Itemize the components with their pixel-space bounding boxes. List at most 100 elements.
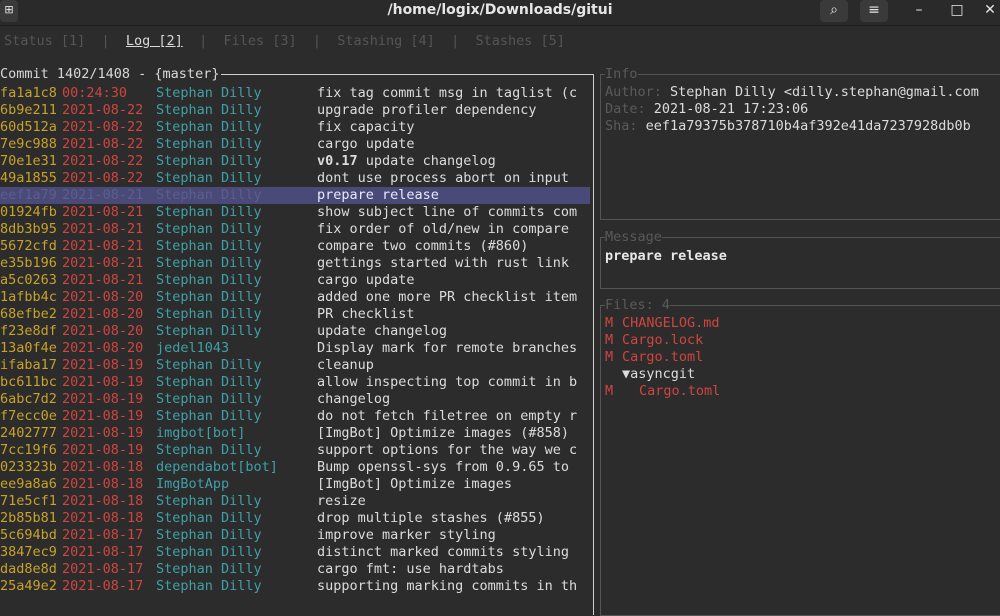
commit-message: added one more PR checklist item [317,289,590,306]
search-icon[interactable]: ⌕ [820,0,848,22]
commit-row[interactable]: 01924fb 2021-08-21 Stephan Dilly show subje… [0,204,590,221]
commit-message: prepare release [317,187,590,204]
commit-row[interactable]: 5672cfd 2021-08-21 Stephan Dilly compare tw… [0,238,590,255]
commit-message: [ImgBot] Optimize images (#858) [317,425,590,442]
commit-message-text: cargo update [317,136,415,152]
commit-row[interactable]: 3847ec9 2021-08-17 Stephan Dilly distinct m… [0,544,590,561]
tab-separator: | [85,33,126,49]
commit-row[interactable]: ifaba17 2021-08-19 Stephan Dilly cleanup [0,357,590,374]
commit-message-text: do not fetch filetree on empty r [317,408,578,424]
commit-list[interactable]: fa1a1c8 00:24:30 Stephan Dilly fix tag comm… [0,85,590,595]
commit-message: update changelog [317,323,590,340]
commit-message: fix order of old/new in compare [317,221,590,238]
commit-hash: 49a1855 [0,170,57,186]
tab-status[interactable]: Status [1] [4,33,85,49]
commit-row[interactable]: 71e5cf1 2021-08-18 Stephan Dilly resize [0,493,590,510]
commit-author: jedel1043 [156,340,230,356]
commit-message-text: update changelog [317,323,448,339]
commit-message-text: show subject line of commits com [317,204,578,220]
commit-row[interactable]: 1afbb4c 2021-08-20 Stephan Dilly added one … [0,289,590,306]
commit-row[interactable]: 49a1855 2021-08-22 Stephan Dilly dont use p… [0,170,590,187]
close-icon[interactable]: ✕ [980,0,1000,22]
tab-stashes[interactable]: Stashes [5] [475,33,564,49]
commit-hash: 3847ec9 [0,544,57,560]
commit-row[interactable]: 13a0f4e 2021-08-20 jedel1043 Display mark f… [0,340,590,357]
commit-row[interactable]: 6abc7d2 2021-08-19 Stephan Dilly changelog [0,391,590,408]
commit-author: Stephan Dilly [156,408,262,424]
file-tree-item[interactable]: M Cargo.toml [605,349,995,366]
window-title-bar: /home/logix/Downloads/gitui ⊞ ⌕ ≡ – □ ✕ [0,0,1000,26]
commit-row[interactable]: 70e1e31 2021-08-22 Stephan Dilly v0.17 upda… [0,153,590,170]
commit-hash: 25a49e2 [0,578,57,594]
commit-row[interactable]: 25a49e2 2021-08-17 Stephan Dilly supporting… [0,578,590,595]
commit-message-text: added one more PR checklist item [317,289,578,305]
commit-author: Stephan Dilly [156,204,262,220]
commit-row[interactable]: 2402777 2021-08-19 imgbot[bot] [ImgBot] Opt… [0,425,590,442]
commit-date: 2021-08-20 [62,289,144,305]
commit-log-panel[interactable]: Commit 1402/1408 - {master} fa1a1c8 00:24… [0,66,594,615]
commit-row[interactable]: 60d512a 2021-08-22 Stephan Dilly fix capaci… [0,119,590,136]
commit-row[interactable]: 8db3b95 2021-08-21 Stephan Dilly fix order … [0,221,590,238]
commit-message: PR checklist [317,306,590,323]
commit-row[interactable]: 68efbe2 2021-08-20 Stephan Dilly PR checkli… [0,306,590,323]
commit-author: Stephan Dilly [156,561,262,577]
commit-date: 2021-08-21 [62,238,144,254]
minimize-icon[interactable]: – [905,0,933,22]
tab-log[interactable]: Log [2] [126,33,183,49]
commit-date: 2021-08-18 [62,510,144,526]
commit-author: Stephan Dilly [156,391,262,407]
commit-author: Stephan Dilly [156,323,262,339]
files-panel[interactable]: Files: 4 M CHANGELOG.md M Cargo.lock M Cargo.… [600,297,1000,616]
commit-message-text: [ImgBot] Optimize images (#858) [317,425,569,441]
commit-row[interactable]: 5c694bd 2021-08-17 Stephan Dilly improve ma… [0,527,590,544]
tab-stashing[interactable]: Stashing [4] [337,33,435,49]
commit-message: changelog [317,391,590,408]
commit-message-text: Display mark for remote branches [317,340,578,356]
file-status: M [605,383,614,399]
file-tree-item[interactable]: M Cargo.toml [605,383,995,400]
commit-row[interactable]: 7cc19f6 2021-08-19 Stephan Dilly support op… [0,442,590,459]
commit-row[interactable]: e35b196 2021-08-21 Stephan Dilly gettings s… [0,255,590,272]
commit-hash: 68efbe2 [0,306,57,322]
commit-row[interactable]: ee9a8a6 2021-08-18 ImgBotApp [ImgBot] Optim… [0,476,590,493]
commit-hash: 023323b [0,459,57,475]
file-name: Cargo.lock [622,332,704,348]
commit-row[interactable]: 023323b 2021-08-18 dependabot[bot] Bump ope… [0,459,590,476]
commit-date: 2021-08-21 [62,204,144,220]
commit-message-version: v0.17 [317,153,358,169]
commit-message: do not fetch filetree on empty r [317,408,590,425]
file-tree-item[interactable]: M Cargo.lock [605,332,995,349]
commit-author: Stephan Dilly [156,374,262,390]
commit-message: resize [317,493,590,510]
commit-row-selected[interactable]: eef1a79 2021-08-21 Stephan Dilly prepare re… [0,187,590,204]
files-tree[interactable]: M CHANGELOG.md M Cargo.lock M Cargo.toml ▼asyn… [605,315,995,400]
new-tab-icon[interactable]: ⊞ [0,0,18,22]
maximize-icon[interactable]: □ [943,0,971,22]
commit-row[interactable]: dad8e8d 2021-08-17 Stephan Dilly cargo fmt:… [0,561,590,578]
commit-date: 2021-08-22 [62,102,144,118]
file-status: M [605,315,614,331]
commit-row[interactable]: f7ecc0e 2021-08-19 Stephan Dilly do not fet… [0,408,590,425]
tab-separator: | [434,33,476,49]
commit-row[interactable]: a5c0263 2021-08-21 Stephan Dilly cargo upda… [0,272,590,289]
commit-row[interactable]: 2b85b81 2021-08-18 Stephan Dilly drop multi… [0,510,590,527]
commit-author: Stephan Dilly [156,544,262,560]
file-tree-item[interactable]: M CHANGELOG.md [605,315,995,332]
tab-files[interactable]: Files [3] [223,33,296,49]
commit-message: support options for the way we c [317,442,590,459]
commit-message: gettings started with rust link [317,255,590,272]
commit-author: Stephan Dilly [156,221,262,237]
commit-author: Stephan Dilly [156,306,262,322]
commit-row[interactable]: 7e9c988 2021-08-22 Stephan Dilly cargo upda… [0,136,590,153]
commit-row[interactable]: f23e8df 2021-08-20 Stephan Dilly update cha… [0,323,590,340]
commit-row[interactable]: bc611bc 2021-08-19 Stephan Dilly allow insp… [0,374,590,391]
file-tree-folder[interactable]: ▼asyncgit [605,366,995,383]
commit-author: Stephan Dilly [156,136,262,152]
hamburger-menu-icon[interactable]: ≡ [860,0,888,22]
commit-hash: 2402777 [0,425,57,441]
commit-date: 2021-08-18 [62,459,144,475]
commit-message-text: dont use process abort on input [317,170,569,186]
commit-author: Stephan Dilly [156,493,262,509]
commit-row[interactable]: fa1a1c8 00:24:30 Stephan Dilly fix tag comm… [0,85,590,102]
commit-row[interactable]: 6b9e211 2021-08-22 Stephan Dilly upgrade pr… [0,102,590,119]
